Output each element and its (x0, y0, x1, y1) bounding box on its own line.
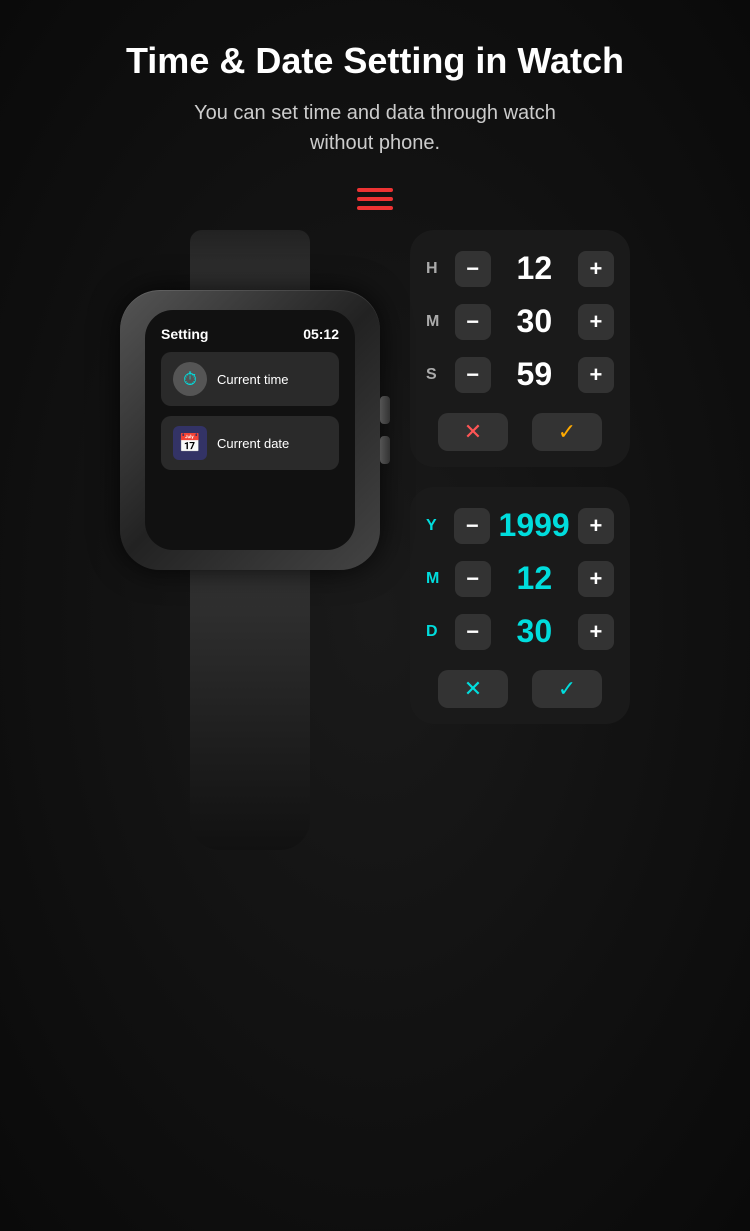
watch-button-2[interactable] (380, 436, 390, 464)
watch-status-bar: Setting 05:12 (161, 326, 339, 342)
date-confirm-button[interactable]: ✓ (532, 670, 602, 708)
watch-screen: Setting 05:12 ⏱ Current time 📅 Current d… (145, 310, 355, 550)
year-label: Y (426, 517, 446, 535)
watch-date-label: Current date (217, 436, 289, 451)
time-confirm-button[interactable]: ✓ (532, 413, 602, 451)
time-setting-panel: H − 12 + M − 30 + S − 59 + (410, 230, 630, 467)
time-panel-actions: ✕ ✓ (426, 413, 614, 451)
watch-button-1[interactable] (380, 396, 390, 424)
watch-side-buttons (380, 396, 390, 464)
minute-value: 30 (499, 303, 569, 340)
right-panel: H − 12 + M − 30 + S − 59 + (410, 230, 630, 724)
page: Time & Date Setting in Watch You can set… (0, 0, 750, 1231)
second-label: S (426, 366, 446, 384)
watch-menu-item-date[interactable]: 📅 Current date (161, 416, 339, 470)
minute-decrement-button[interactable]: − (455, 304, 491, 340)
hour-row: H − 12 + (426, 246, 614, 291)
month-label: M (426, 570, 446, 588)
watch-time: 05:12 (303, 326, 339, 342)
time-cancel-button[interactable]: ✕ (438, 413, 508, 451)
time-icon: ⏱ (173, 362, 207, 396)
main-content: Setting 05:12 ⏱ Current time 📅 Current d… (20, 230, 730, 850)
date-icon: 📅 (173, 426, 207, 460)
month-decrement-button[interactable]: − (455, 561, 491, 597)
minute-increment-button[interactable]: + (578, 304, 614, 340)
watch-strap-bottom (190, 570, 310, 850)
date-cancel-button[interactable]: ✕ (438, 670, 508, 708)
watch-time-label: Current time (217, 372, 289, 387)
day-row: D − 30 + (426, 609, 614, 654)
year-decrement-button[interactable]: − (454, 508, 490, 544)
date-setting-panel: Y − 1999 + M − 12 + D − 30 + (410, 487, 630, 724)
year-value: 1999 (499, 507, 570, 544)
watch-menu-item-time[interactable]: ⏱ Current time (161, 352, 339, 406)
menu-icon (357, 188, 393, 210)
date-panel-actions: ✕ ✓ (426, 670, 614, 708)
second-row: S − 59 + (426, 352, 614, 397)
hour-decrement-button[interactable]: − (455, 251, 491, 287)
hour-label: H (426, 260, 446, 278)
day-decrement-button[interactable]: − (455, 614, 491, 650)
year-row: Y − 1999 + (426, 503, 614, 548)
minute-row: M − 30 + (426, 299, 614, 344)
watch-container: Setting 05:12 ⏱ Current time 📅 Current d… (120, 230, 380, 850)
watch-strap-top (190, 230, 310, 290)
watch-setting-label: Setting (161, 326, 208, 342)
page-title: Time & Date Setting in Watch (126, 40, 624, 82)
watch-case: Setting 05:12 ⏱ Current time 📅 Current d… (120, 290, 380, 570)
month-value: 12 (499, 560, 569, 597)
second-decrement-button[interactable]: − (455, 357, 491, 393)
day-increment-button[interactable]: + (578, 614, 614, 650)
month-increment-button[interactable]: + (578, 561, 614, 597)
hour-increment-button[interactable]: + (578, 251, 614, 287)
hour-value: 12 (499, 250, 569, 287)
page-subtitle: You can set time and data through watchw… (194, 98, 556, 158)
day-value: 30 (499, 613, 569, 650)
year-increment-button[interactable]: + (578, 508, 614, 544)
second-value: 59 (499, 356, 569, 393)
minute-label: M (426, 313, 446, 331)
second-increment-button[interactable]: + (578, 357, 614, 393)
day-label: D (426, 623, 446, 641)
month-row: M − 12 + (426, 556, 614, 601)
